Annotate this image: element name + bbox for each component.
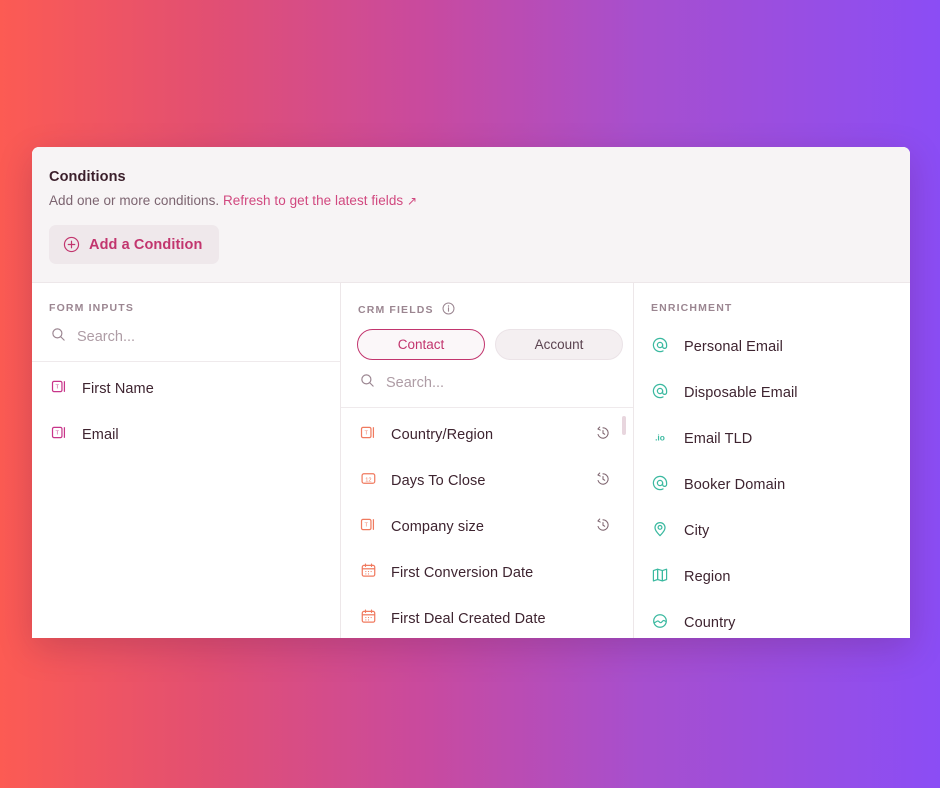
enrichment-scroll-area: Personal Email Disposable Email .io Emai… (634, 314, 910, 638)
svg-text:T: T (364, 430, 368, 436)
history-icon[interactable] (595, 425, 611, 446)
form-inputs-heading: FORM INPUTS (32, 283, 340, 314)
list-item[interactable]: Booker Domain (634, 462, 910, 508)
form-inputs-search-row[interactable] (32, 314, 340, 362)
list-item[interactable]: Disposable Email (634, 370, 910, 416)
history-icon[interactable] (595, 471, 611, 492)
list-item[interactable]: T Company size (341, 504, 633, 550)
list-item-label: First Deal Created Date (391, 611, 546, 627)
list-item[interactable]: T First Name (32, 366, 340, 412)
map-icon (651, 566, 669, 589)
refresh-link-label: Refresh to get the latest fields (223, 193, 404, 208)
list-item-label: Personal Email (684, 339, 783, 355)
svg-text:T: T (55, 384, 59, 390)
list-item-label: First Name (82, 381, 154, 397)
subtitle-text: Add one or more conditions. (49, 193, 223, 208)
list-item-label: Region (684, 569, 731, 585)
conditions-card: Conditions Add one or more conditions. R… (32, 147, 910, 638)
svg-text:.io: .io (655, 432, 665, 442)
list-item[interactable]: Personal Email (634, 324, 910, 370)
external-link-arrow-icon: ↗ (407, 194, 418, 208)
add-condition-button[interactable]: Add a Condition (49, 225, 220, 264)
list-item[interactable]: .io Email TLD (634, 416, 910, 462)
list-item-label: Company size (391, 519, 485, 535)
number-field-icon: 12 (360, 470, 377, 492)
search-icon (360, 373, 375, 393)
search-icon (51, 327, 66, 347)
enrichment-heading-label: ENRICHMENT (651, 302, 733, 314)
form-inputs-list: T First Name T Email (32, 362, 340, 458)
svg-text:12: 12 (365, 477, 371, 483)
crm-search-input[interactable] (386, 375, 605, 391)
refresh-fields-link[interactable]: Refresh to get the latest fields ↗ (223, 193, 417, 208)
list-item[interactable]: T Country/Region (341, 412, 633, 458)
list-item[interactable]: First Conversion Date (341, 550, 633, 596)
svg-text:T: T (55, 430, 59, 436)
column-crm-fields: CRM FIELDS Contact Account Search... T C… (341, 283, 634, 638)
form-inputs-search-input[interactable] (77, 329, 309, 345)
card-header: Conditions Add one or more conditions. R… (32, 147, 910, 283)
calendar-icon (360, 562, 377, 584)
form-inputs-heading-label: FORM INPUTS (49, 302, 134, 314)
list-item[interactable]: T Email (32, 412, 340, 458)
list-item-label: Email TLD (684, 431, 753, 447)
crm-entity-tabs: Contact Account (341, 318, 633, 360)
list-item-label: Booker Domain (684, 477, 786, 493)
tab-account[interactable]: Account (495, 329, 623, 360)
info-circle-icon[interactable] (442, 302, 455, 318)
list-item[interactable]: City (634, 508, 910, 554)
list-item[interactable]: Country (634, 600, 910, 638)
tab-contact[interactable]: Contact (357, 329, 485, 360)
list-item[interactable]: Region (634, 554, 910, 600)
text-field-icon: T (360, 516, 377, 538)
crm-fields-heading-label: CRM FIELDS (358, 304, 434, 316)
list-item-label: Country/Region (391, 427, 494, 443)
crm-fields-scroll-area: T Country/Region 12 Days To Close T Comp… (341, 408, 633, 638)
list-item-label: Email (82, 427, 119, 443)
dot-io-icon: .io (651, 428, 669, 451)
text-field-icon: T (51, 378, 68, 400)
list-item-label: Days To Close (391, 473, 486, 489)
globe-icon (651, 612, 669, 635)
list-item[interactable]: 12 Days To Close (341, 458, 633, 504)
list-item-label: Country (684, 615, 736, 631)
add-condition-label: Add a Condition (89, 236, 203, 253)
plus-circle-icon (63, 236, 80, 253)
crm-fields-heading: CRM FIELDS (341, 283, 633, 318)
text-field-icon: T (51, 424, 68, 446)
at-sign-icon (651, 336, 669, 359)
text-field-icon: T (360, 424, 377, 446)
field-columns: FORM INPUTS T (32, 283, 910, 638)
list-item-label: Disposable Email (684, 385, 798, 401)
list-item-label: City (684, 523, 710, 539)
at-sign-icon (651, 382, 669, 405)
column-form-inputs: FORM INPUTS T (32, 283, 341, 638)
history-icon[interactable] (595, 517, 611, 538)
header-subtitle: Add one or more conditions. Refresh to g… (49, 193, 910, 208)
calendar-icon (360, 608, 377, 630)
list-item[interactable]: First Deal Created Date (341, 596, 633, 638)
crm-scrollbar-thumb[interactable] (622, 416, 626, 435)
crm-search-row[interactable] (341, 360, 633, 408)
map-pin-icon (651, 520, 669, 543)
enrichment-heading: ENRICHMENT (634, 283, 910, 314)
list-item-label: First Conversion Date (391, 565, 534, 581)
crm-fields-list: T Country/Region 12 Days To Close T Comp… (341, 408, 633, 638)
column-enrichment: ENRICHMENT Personal Email Disposable Ema… (634, 283, 910, 638)
page-title: Conditions (49, 169, 126, 185)
at-sign-icon (651, 474, 669, 497)
enrichment-list: Personal Email Disposable Email .io Emai… (634, 314, 910, 638)
svg-text:T: T (364, 522, 368, 528)
